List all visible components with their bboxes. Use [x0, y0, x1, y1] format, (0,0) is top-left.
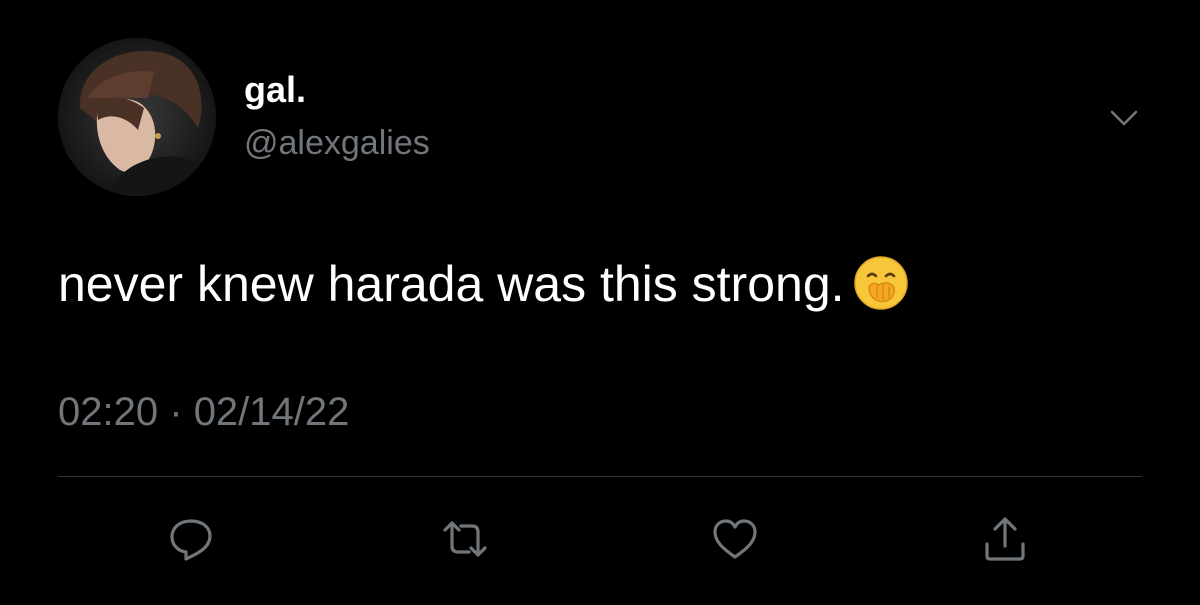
heart-icon — [713, 519, 757, 559]
like-button[interactable] — [710, 514, 760, 564]
meta-separator: · — [169, 390, 183, 434]
tweet-card: gal. @alexgalies never knew harada was t… — [0, 0, 1200, 605]
tweet-text-content: never knew harada was this strong. — [58, 256, 845, 312]
tweet-timestamp: 02:20 · 02/14/22 — [58, 392, 349, 432]
chevron-down-icon[interactable] — [1106, 100, 1142, 136]
display-name[interactable]: gal. — [244, 72, 306, 108]
face-with-hand-over-mouth-icon — [853, 256, 908, 310]
speech-bubble-icon — [170, 519, 212, 561]
tweet-text: never knew harada was this strong. — [58, 254, 909, 314]
retweet-button[interactable] — [440, 514, 490, 564]
share-button[interactable] — [980, 514, 1030, 564]
avatar[interactable] — [58, 38, 216, 196]
divider — [58, 476, 1142, 477]
profile-photo-icon — [58, 38, 216, 196]
retweet-arrows-icon — [443, 521, 487, 557]
tweet-date[interactable]: 02/14/22 — [194, 390, 350, 434]
tweet-time[interactable]: 02:20 — [58, 390, 158, 434]
share-upload-icon — [985, 517, 1025, 561]
user-handle[interactable]: @alexgalies — [244, 126, 430, 160]
reply-button[interactable] — [166, 514, 216, 564]
